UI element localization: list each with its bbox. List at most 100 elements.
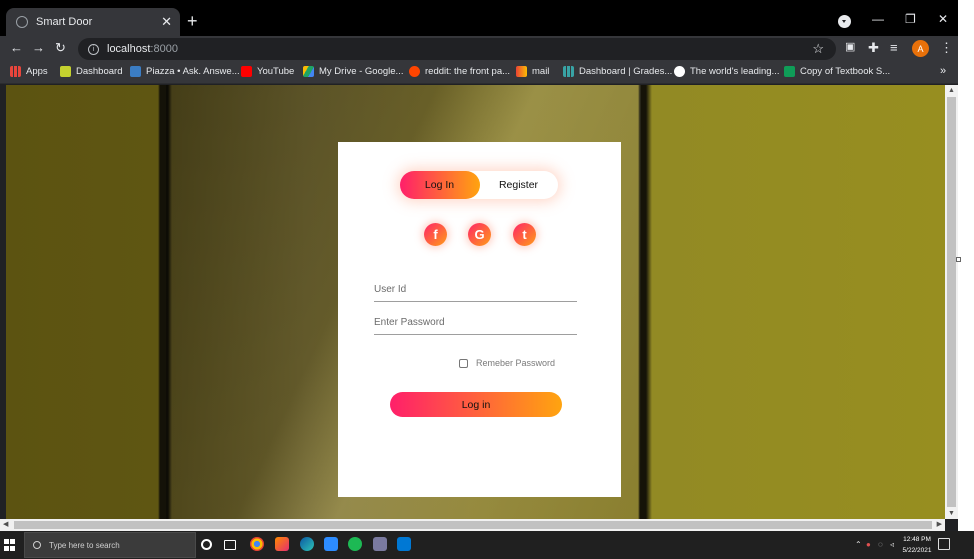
menu-icon[interactable]: ⋮ — [940, 40, 953, 56]
bookmark-grades-dashboard[interactable]: Dashboard | Grades... — [563, 66, 672, 77]
bookmark-label: Dashboard | Grades... — [579, 66, 673, 77]
forward-icon[interactable]: → — [32, 40, 45, 55]
taskbar-clock[interactable]: 12:48 PM 5/22/2021 — [897, 534, 937, 556]
profile-avatar[interactable]: A — [912, 40, 929, 57]
login-button[interactable]: Log in — [390, 392, 562, 417]
remember-password: Remeber Password — [459, 358, 555, 368]
reload-icon[interactable]: ↻ — [55, 40, 66, 56]
login-register-toggle: Log In Register — [400, 171, 558, 199]
chart-bars-icon — [563, 66, 574, 77]
bookmark-label: mail — [532, 66, 550, 77]
bookmark-apps[interactable]: Apps — [10, 66, 48, 77]
scroll-left-icon[interactable]: ◀ — [3, 520, 8, 528]
taskbar-search[interactable]: Type here to search — [24, 532, 196, 558]
restore-button[interactable]: ❐ — [905, 12, 916, 26]
cast-icon[interactable]: ▣ — [845, 40, 855, 53]
login-card: Log In Register f G t Remeber Password L… — [338, 142, 621, 497]
taskbar-search-placeholder: Type here to search — [49, 540, 120, 550]
piazza-icon — [130, 66, 141, 77]
bookmark-label: Piazza • Ask. Answe... — [146, 66, 240, 77]
twitter-glyph: t — [522, 227, 527, 242]
task-view-icon[interactable] — [224, 540, 236, 550]
youtube-icon — [241, 66, 252, 77]
bookmark-label: Apps — [26, 66, 48, 77]
bookmark-youtube[interactable]: YouTube — [241, 66, 294, 77]
bookmark-label: Dashboard — [76, 66, 123, 77]
bookmarks-bar: Apps Dashboard Piazza • Ask. Answe... Yo… — [0, 62, 958, 84]
windows-taskbar: Type here to search ⌃ ● ◌ ◃ 12:48 PM 5/2… — [0, 531, 974, 559]
bookmark-mail[interactable]: mail — [516, 66, 549, 77]
tab-login[interactable]: Log In — [400, 179, 479, 191]
spotify-taskbar-icon[interactable] — [348, 537, 362, 551]
bookmark-star-icon[interactable]: ☆ — [812, 41, 824, 57]
address-bar[interactable]: i localhost:8000 ☆ — [78, 38, 836, 60]
search-icon — [33, 541, 41, 549]
windows-start-icon[interactable] — [4, 539, 16, 551]
bookmark-label: reddit: the front pa... — [425, 66, 511, 77]
browser-tab[interactable]: Smart Door ✕ — [6, 8, 180, 36]
horizontal-scrollbar[interactable]: ◀ ▶ — [0, 519, 945, 531]
reading-list-icon[interactable]: ≡ — [890, 40, 898, 55]
remember-label: Remeber Password — [476, 358, 556, 368]
minimize-button[interactable]: — — [872, 12, 884, 26]
url-host: localhost — [107, 43, 151, 55]
zoom-taskbar-icon[interactable] — [324, 537, 338, 551]
horizontal-scroll-thumb[interactable] — [14, 521, 932, 529]
app-taskbar-icon[interactable] — [373, 537, 387, 551]
tray-app-icon[interactable]: ● — [866, 540, 871, 549]
scroll-up-icon[interactable]: ▲ — [948, 87, 955, 94]
password-field — [374, 311, 577, 335]
notifications-icon[interactable] — [938, 538, 950, 550]
volume-icon[interactable]: ◃ — [890, 540, 894, 549]
bookmark-google-drive[interactable]: My Drive - Google... — [303, 66, 403, 77]
tab-title: Smart Door — [36, 16, 93, 28]
resize-handle[interactable] — [956, 257, 961, 262]
window-close-button[interactable]: ✕ — [938, 12, 948, 26]
new-tab-button[interactable]: + — [187, 12, 198, 30]
facebook-glyph: f — [433, 227, 438, 242]
chrome-taskbar-icon[interactable] — [250, 537, 264, 551]
google-sheets-icon — [784, 66, 795, 77]
back-icon[interactable]: ← — [10, 40, 23, 55]
network-icon[interactable]: ◌ — [878, 540, 883, 549]
google-icon[interactable]: G — [468, 223, 491, 246]
bookmark-reddit[interactable]: reddit: the front pa... — [409, 66, 510, 77]
clock-date: 5/22/2021 — [902, 547, 932, 554]
screen: Smart Door ✕ + — ❐ ✕ ← → ↻ i localhost:8… — [0, 0, 974, 559]
extensions-icon[interactable]: ✚ — [868, 40, 879, 56]
tray-chevron-icon[interactable]: ⌃ — [855, 540, 862, 549]
vscode-taskbar-icon[interactable] — [397, 537, 411, 551]
app-taskbar-icon[interactable] — [275, 537, 289, 551]
scroll-right-icon[interactable]: ▶ — [937, 520, 942, 528]
bookmark-github[interactable]: The world's leading... — [674, 66, 779, 77]
facebook-icon[interactable]: f — [424, 223, 447, 246]
password-input[interactable] — [374, 311, 577, 333]
bookmark-google-sheets[interactable]: Copy of Textbook S... — [784, 66, 890, 77]
reddit-icon — [409, 66, 420, 77]
site-info-icon[interactable]: i — [88, 43, 99, 55]
scroll-down-icon[interactable]: ▼ — [948, 510, 955, 517]
tab-close-icon[interactable]: ✕ — [161, 14, 172, 30]
edge-taskbar-icon[interactable] — [300, 537, 314, 551]
tab-strip: Smart Door ✕ + — ❐ ✕ — [0, 0, 958, 36]
tab-search-icon[interactable] — [838, 15, 851, 28]
more-bookmarks-icon[interactable]: » — [940, 65, 946, 77]
github-icon — [674, 66, 685, 77]
bookmark-label: The world's leading... — [690, 66, 780, 77]
vertical-scrollbar[interactable]: ▲ ▼ — [945, 85, 958, 519]
globe-icon — [16, 16, 28, 28]
user-id-input[interactable] — [374, 278, 577, 300]
browser-toolbar: ← → ↻ i localhost:8000 ☆ ▣ ✚ ≡ A ⋮ — [0, 36, 958, 62]
bookmark-dashboard[interactable]: Dashboard — [60, 66, 122, 77]
twitter-icon[interactable]: t — [513, 223, 536, 246]
bookmark-piazza[interactable]: Piazza • Ask. Answe... — [130, 66, 240, 77]
tab-register[interactable]: Register — [479, 179, 558, 191]
vertical-scroll-thumb[interactable] — [947, 97, 956, 507]
window-edge — [958, 0, 974, 531]
cortana-icon[interactable] — [201, 539, 212, 550]
bookmark-label: YouTube — [257, 66, 295, 77]
url-port: :8000 — [150, 43, 178, 55]
bookmark-label: My Drive - Google... — [319, 66, 404, 77]
bookmark-label: Copy of Textbook S... — [800, 66, 891, 77]
remember-checkbox[interactable] — [459, 358, 468, 368]
